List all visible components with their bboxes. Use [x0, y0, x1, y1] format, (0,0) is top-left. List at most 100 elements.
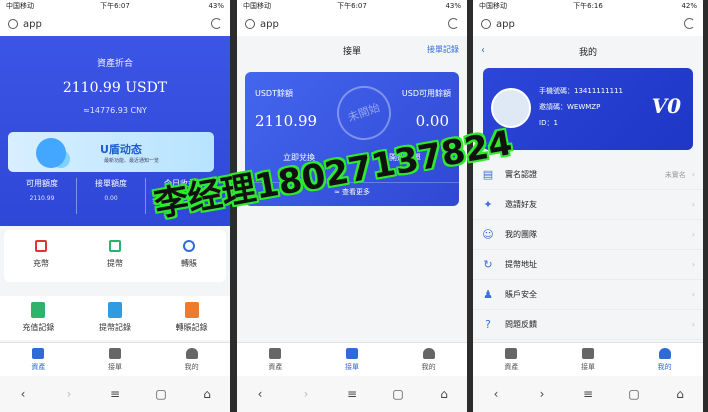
tab-label: 資產	[504, 363, 519, 371]
profile-card: 手機號碼：13411111111 邀請碼：WEWMZP ID：1 V0	[483, 68, 693, 150]
level-badge: V0	[651, 94, 681, 118]
clock: 下午6:07	[100, 2, 130, 10]
record-row: 充值記錄 提幣記錄 轉賬記錄	[0, 296, 230, 340]
tab-label: 我的	[421, 363, 436, 371]
menu-icon[interactable]: ≡	[578, 387, 598, 401]
status-bar: 中国移动 下午6:16 42%	[473, 0, 703, 12]
user-icon	[185, 348, 198, 359]
menu-icon[interactable]: ≡	[342, 387, 362, 401]
browser-nav-bar: ‹ › ≡ ▢ ⌂	[0, 376, 230, 412]
menu-label: 賬戶安全	[505, 290, 537, 299]
record-label: 充值記錄	[22, 323, 55, 332]
tab-assets[interactable]: 資產	[237, 343, 314, 376]
tab-orders[interactable]: 接單	[550, 343, 627, 376]
chevron-right-icon: ›	[691, 230, 695, 239]
transfer-button[interactable]: 轉賬	[152, 230, 226, 282]
phone-number: 手機號碼：13411111111	[539, 87, 623, 95]
carrier-label: 中国移动	[243, 2, 271, 10]
tab-mine[interactable]: 我的	[626, 343, 703, 376]
carrier-label: 中国移动	[6, 2, 34, 10]
tab-assets[interactable]: 資產	[473, 343, 550, 376]
menu-item-feedback[interactable]: ? 問題反饋 ›	[473, 310, 703, 340]
tabs-icon[interactable]: ▢	[151, 387, 171, 401]
withdraw-label: 提幣	[107, 259, 123, 268]
user-lock-icon: ♟	[483, 287, 493, 301]
chevron-right-icon: ›	[691, 260, 695, 269]
tab-orders[interactable]: 接單	[77, 343, 154, 376]
sparkle-icon: ✦	[483, 197, 493, 211]
banner-title: U盾动态	[100, 143, 142, 156]
invite-code: 邀請碼：WEWMZP	[539, 103, 601, 111]
browser-nav-bar: ‹ › ≡ ▢ ⌂	[473, 376, 703, 412]
withdraw-button[interactable]: 提幣	[78, 230, 152, 282]
back-icon[interactable]: ‹	[13, 387, 33, 401]
home-icon[interactable]: ⌂	[670, 387, 690, 401]
forward-icon[interactable]: ›	[296, 387, 316, 401]
back-icon[interactable]: ‹	[486, 387, 506, 401]
asset-label: 資產折合	[96, 59, 133, 69]
tabs-icon[interactable]: ▢	[388, 387, 408, 401]
tab-label: 我的	[184, 363, 199, 371]
clipboard-icon	[582, 348, 594, 359]
forward-icon[interactable]: ›	[59, 387, 79, 401]
transfer-record-button[interactable]: 轉賬記錄	[153, 296, 230, 340]
menu-label: 實名認證	[505, 170, 537, 179]
page-header: 接單 接單記錄	[237, 36, 467, 64]
tab-label: 接單	[345, 363, 359, 371]
menu-item-invite[interactable]: ✦ 邀請好友 ›	[473, 190, 703, 220]
clock: 下午6:07	[337, 2, 367, 10]
back-icon[interactable]: ‹	[250, 387, 270, 401]
menu-label: 邀請好友	[505, 200, 537, 209]
forward-icon[interactable]: ›	[532, 387, 552, 401]
clock: 下午6:16	[573, 2, 603, 10]
tab-label: 我的	[657, 363, 672, 371]
reload-icon[interactable]	[211, 18, 222, 29]
tab-bar: 資產 接單 我的	[0, 342, 230, 376]
document-icon	[31, 302, 46, 318]
usdt-balance-value: 2110.99	[255, 112, 318, 130]
quota-label: 可用額度	[26, 179, 58, 188]
clipboard-icon	[109, 348, 121, 359]
tab-label: 資產	[268, 363, 283, 371]
transfer-label: 轉賬	[181, 259, 197, 268]
menu-item-security[interactable]: ♟ 賬戶安全 ›	[473, 280, 703, 310]
tab-bar: 資產 接單 我的	[237, 342, 467, 376]
app-bar: app	[237, 12, 467, 36]
app-bar: app	[0, 12, 230, 36]
document-icon	[108, 302, 122, 318]
tab-mine[interactable]: 我的	[390, 343, 467, 376]
team-icon: ☺	[482, 227, 494, 241]
app-title: app	[496, 18, 515, 30]
battery-label: 42%	[681, 2, 697, 10]
record-label: 提幣記錄	[99, 323, 131, 332]
tabs-icon[interactable]: ▢	[624, 387, 644, 401]
tab-mine[interactable]: 我的	[153, 343, 230, 376]
usd-available-label: USD可用餘額	[401, 89, 451, 98]
reload-icon[interactable]	[448, 18, 459, 29]
banner-subtitle: 最新功能、最近通知一览	[104, 158, 160, 164]
menu-label: 提幣地址	[505, 260, 537, 269]
carrier-label: 中国移动	[479, 2, 507, 10]
home-icon[interactable]: ⌂	[197, 387, 217, 401]
menu-item-team[interactable]: ☺ 我的團隊 ›	[473, 220, 703, 250]
quota-order: 接單額度 0.00	[77, 178, 146, 214]
tab-assets[interactable]: 資產	[0, 343, 77, 376]
menu-item-withdraw-address[interactable]: ↻ 提幣地址 ›	[473, 250, 703, 280]
order-record-link[interactable]: 接單記錄	[427, 44, 459, 55]
menu-icon[interactable]: ≡	[105, 387, 125, 401]
withdraw-record-button[interactable]: 提幣記錄	[77, 296, 154, 340]
news-banner[interactable]: U盾动态 最新功能、最近通知一览	[8, 132, 214, 172]
transfer-icon	[183, 240, 195, 252]
home-icon[interactable]: ⌂	[434, 387, 454, 401]
reload-icon[interactable]	[684, 18, 695, 29]
tab-orders[interactable]: 接單	[314, 343, 391, 376]
deposit-record-button[interactable]: 充值記錄	[0, 296, 77, 340]
user-icon	[422, 348, 435, 359]
tab-bar: 資產 接單 我的	[473, 342, 703, 376]
status-bar: 中国移动 下午6:07 43%	[0, 0, 230, 12]
question-icon: ?	[485, 317, 491, 331]
user-icon	[658, 348, 671, 359]
deposit-button[interactable]: 充幣	[4, 230, 78, 282]
record-label: 轉賬記錄	[175, 323, 208, 332]
menu-status: 未實名	[664, 170, 686, 179]
